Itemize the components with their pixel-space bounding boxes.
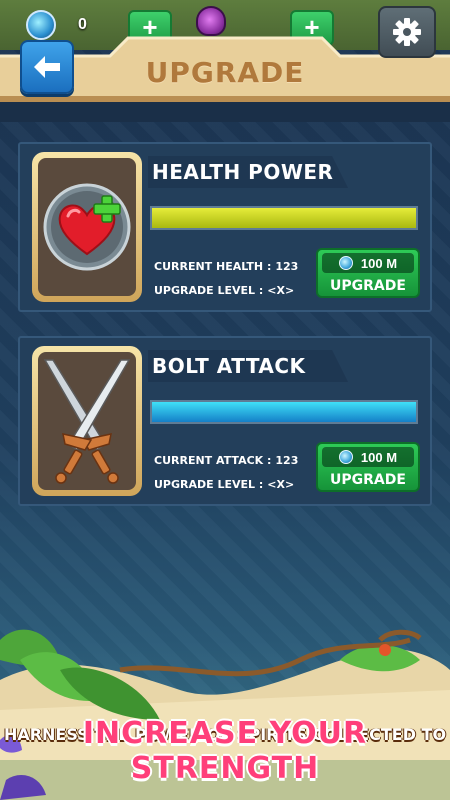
health-progress-bar [150,206,418,230]
gem-icon [338,450,353,464]
upgrade-cost: 100 M [322,447,414,467]
attack-progress-bar [150,400,418,424]
bolt-attack-card: BOLT ATTACK CURRENT ATTACK :123 UPGRADE … [18,336,432,506]
footer-headline: INCREASE YOUR STRENGTH [82,716,368,786]
health-power-card: HEALTH POWER CURRENT HEALTH :123 UPGRADE… [18,142,432,312]
settings-button[interactable] [378,6,436,58]
upgrade-label: UPGRADE [330,472,406,488]
upgrade-level: UPGRADE LEVEL : <X> [154,284,295,297]
potion-icon [196,6,226,36]
card-title: HEALTH POWER [152,160,334,184]
back-button[interactable] [20,40,74,94]
health-icon-frame [32,152,142,302]
attack-icon-frame [32,346,142,496]
upgrade-level: UPGRADE LEVEL : <X> [154,478,295,491]
health-progress-fill [152,208,416,228]
upgrade-health-button[interactable]: 100 M UPGRADE [316,248,420,298]
current-attack: CURRENT ATTACK :123 [154,454,299,467]
upgrade-label: UPGRADE [330,278,406,294]
upgrade-attack-button[interactable]: 100 M UPGRADE [316,442,420,492]
heart-plus-icon [43,183,131,271]
gem-count: 0 [78,16,87,33]
upgrade-cost: 100 M [322,253,414,273]
arrow-left-icon [34,56,60,78]
gem-icon [338,256,353,270]
gear-icon [393,18,421,46]
attack-progress-fill [152,402,416,422]
crossed-swords-icon [43,359,131,484]
footer-banner: HARNESS THE POWER OF SPIRITS COLLECTED T… [0,620,450,800]
current-health: CURRENT HEALTH :123 [154,260,299,273]
card-title: BOLT ATTACK [152,354,306,378]
